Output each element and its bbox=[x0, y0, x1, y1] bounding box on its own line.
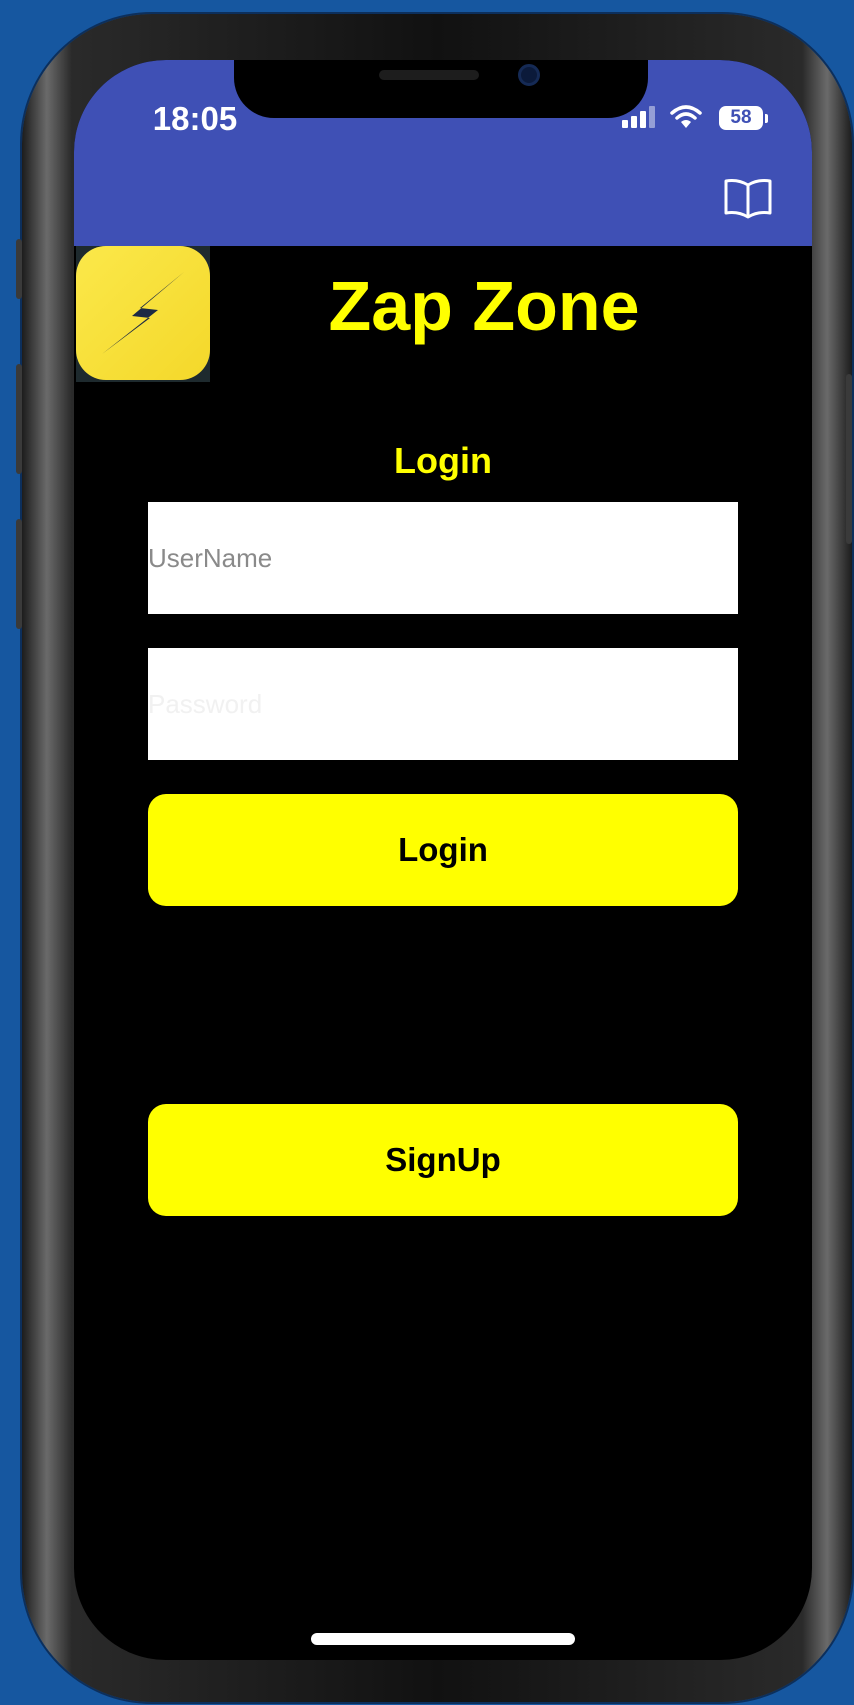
status-icons: 58 bbox=[622, 102, 772, 134]
mute-switch bbox=[16, 239, 22, 299]
battery-level: 58 bbox=[719, 106, 763, 130]
signup-button[interactable]: SignUp bbox=[148, 1104, 738, 1216]
status-time: 18:05 bbox=[152, 100, 238, 137]
lightning-bolt-icon bbox=[102, 272, 184, 354]
wifi-icon bbox=[670, 105, 702, 128]
book-button[interactable] bbox=[722, 176, 774, 220]
battery-tip bbox=[765, 114, 768, 123]
app-logo bbox=[76, 246, 210, 382]
username-input[interactable] bbox=[148, 502, 738, 614]
logo-tile bbox=[76, 246, 210, 380]
book-open-icon bbox=[724, 179, 772, 219]
password-input[interactable] bbox=[148, 648, 738, 760]
device-notch bbox=[234, 60, 648, 118]
speaker-grille bbox=[379, 70, 479, 80]
app-title: Zap Zone bbox=[328, 267, 640, 345]
volume-down-button bbox=[16, 519, 22, 629]
volume-up-button bbox=[16, 364, 22, 474]
power-button bbox=[846, 374, 852, 544]
front-camera bbox=[518, 64, 540, 86]
login-heading: Login bbox=[394, 440, 492, 481]
home-indicator[interactable] bbox=[311, 1633, 575, 1645]
phone-screen: 18:05 58 Zap Zone Login UserName Login S… bbox=[74, 60, 812, 1660]
login-button[interactable]: Login bbox=[148, 794, 738, 906]
